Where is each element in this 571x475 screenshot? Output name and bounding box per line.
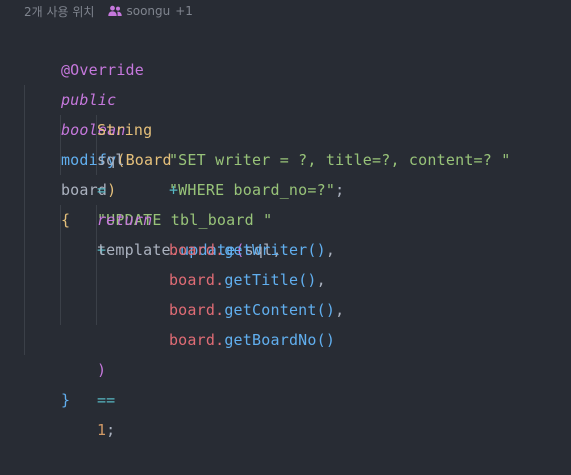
code-line-comparison[interactable]: ) == 1; [60,325,115,439]
semicolon: ; [106,421,116,439]
comma: , [335,301,345,319]
extra-authors-count[interactable]: +1 [175,4,193,18]
variable-sql: sql [96,151,125,169]
code-editor[interactable]: 2개 사용 위치 soongu +1 @Override public bool… [0,0,571,439]
semicolon: ; [335,181,345,199]
close-paren: ) [96,361,107,379]
param-board: board [168,331,216,349]
code-line-closing-brace[interactable]: } [24,355,70,409]
comma: , [325,241,336,259]
code-line-sql-where[interactable]: "WHERE board_no=?"; [132,145,344,199]
code-line-arg-content[interactable]: board.getContent(), [132,265,344,319]
code-line-sql-declaration[interactable]: String sql = "UPDATE tbl_board " + [60,85,272,259]
code-line-arg-writer[interactable]: board.getWriter(), [132,205,335,259]
author-name[interactable]: soongu [126,4,170,18]
equality-operator: == [96,391,116,409]
code-line-return[interactable]: return template.update(sql, [60,175,282,259]
close-brace: } [60,391,71,409]
codelens-bar[interactable]: 2개 사용 위치 soongu +1 [24,2,193,20]
method-call: getBoardNo [224,331,317,349]
code-line-arg-board-no[interactable]: board.getBoardNo() [132,295,335,349]
number-literal: 1 [96,421,107,439]
usages-link[interactable]: 2개 사용 위치 [24,3,94,20]
code-line-arg-title[interactable]: board.getTitle(), [132,235,326,289]
code-line-sql-set[interactable]: "SET writer = ?, title=?, content=? " + [132,115,510,199]
code-line-annotation[interactable]: @Override [24,25,144,79]
people-icon [108,5,123,17]
member-dot: . [215,331,225,349]
call-parens: () [316,331,336,349]
code-line-method-signature[interactable]: public boolean modify(Board board) { [24,55,172,229]
